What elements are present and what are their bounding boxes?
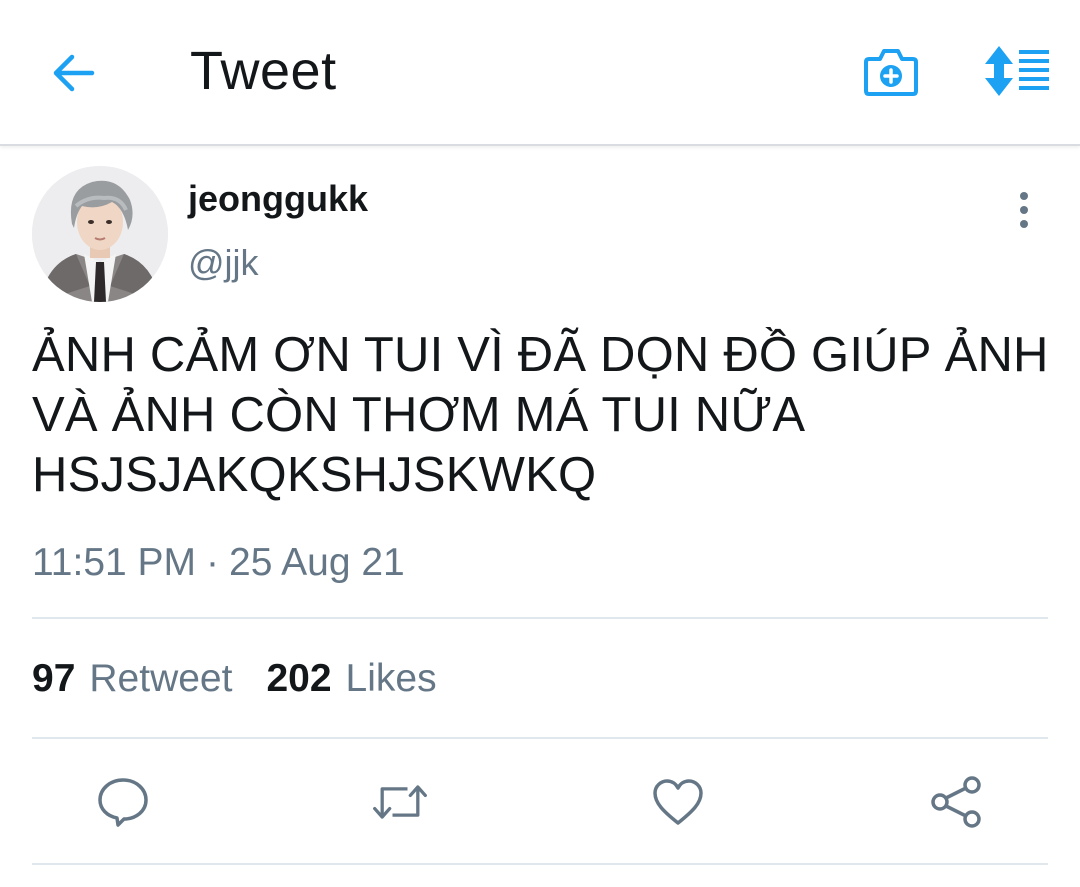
retweets-count: 97	[32, 657, 76, 700]
user-handle[interactable]: @jjk	[188, 242, 259, 284]
reply-bubble-icon	[98, 778, 148, 827]
camera-button[interactable]	[860, 40, 922, 102]
like-button[interactable]	[648, 772, 708, 832]
tweet-text: ẢNH CẢM ƠN TUI VÌ ĐÃ DỌN ĐỒ GIÚP ẢNH VÀ …	[32, 328, 1049, 502]
arrow-left-icon	[53, 54, 95, 92]
camera-plus-icon	[864, 49, 918, 96]
share-button[interactable]	[926, 772, 986, 832]
divider	[32, 863, 1048, 865]
likes-label: Likes	[345, 657, 437, 700]
avatar[interactable]	[32, 166, 168, 302]
back-button[interactable]	[44, 44, 102, 102]
sort-lines-icon	[985, 46, 1049, 96]
page-title: Tweet	[190, 41, 337, 101]
top-bar: Tweet	[0, 0, 1080, 146]
display-name[interactable]: jeonggukk	[188, 178, 368, 220]
tweet-time: 11:51 PM	[32, 541, 197, 584]
more-vertical-icon	[1020, 192, 1028, 228]
sort-button[interactable]	[980, 40, 1054, 102]
share-icon	[931, 776, 981, 828]
reply-button[interactable]	[93, 772, 153, 832]
tweet-timestamp: 11:51 PM · 25 Aug 21	[32, 540, 405, 586]
likes-stat[interactable]: 202 Likes	[266, 656, 436, 702]
retweet-icon	[373, 785, 427, 819]
avatar-photo	[32, 166, 168, 302]
divider	[32, 617, 1048, 619]
heart-icon	[653, 779, 703, 825]
likes-count: 202	[266, 657, 332, 700]
timestamp-separator: ·	[206, 541, 220, 584]
tweet-stats: 97 Retweet 202 Likes	[32, 656, 437, 702]
more-options-button[interactable]	[1004, 188, 1044, 232]
divider	[32, 737, 1048, 739]
retweets-stat[interactable]: 97 Retweet	[32, 656, 232, 702]
retweets-label: Retweet	[89, 657, 233, 700]
retweet-button[interactable]	[370, 772, 430, 832]
tweet-date: 25 Aug 21	[229, 541, 405, 584]
